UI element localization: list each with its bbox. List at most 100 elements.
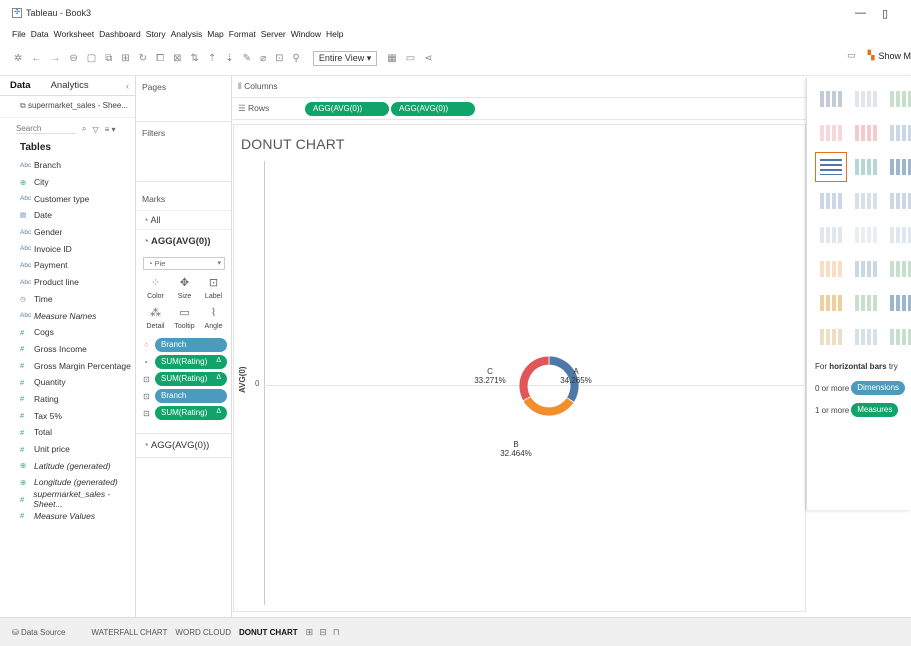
labels-icon[interactable]: ⊡ xyxy=(275,53,283,64)
sheet-title[interactable]: DONUT CHART xyxy=(241,136,345,152)
tooltip-icon[interactable]: ▭ xyxy=(406,53,415,64)
marks-agg-tab[interactable]: ◔ AGG(AVG(0)) xyxy=(137,229,231,253)
field-item[interactable]: # Unit price xyxy=(0,441,135,458)
chart-type-area-discrete[interactable] xyxy=(850,254,882,284)
minimize-icon[interactable]: — xyxy=(855,7,866,19)
marks-all[interactable]: ◔ All xyxy=(137,210,231,229)
field-item[interactable]: Abc Branch xyxy=(0,157,135,174)
field-item[interactable]: Abc Invoice ID xyxy=(0,240,135,257)
show-me-button[interactable]: ▭ ▚ Show M xyxy=(847,50,911,61)
field-item[interactable]: Abc Product line xyxy=(0,274,135,291)
collapse-icon[interactable]: ‹ xyxy=(126,81,135,91)
worksheet-view[interactable]: DONUT CHART AVG(0) 0 A 34.265% B 32.464% C 33… xyxy=(233,124,806,612)
filter-icon[interactable]: ▽ xyxy=(92,125,98,134)
chart-type-area-continuous[interactable] xyxy=(815,254,847,284)
field-item[interactable]: Abc Payment xyxy=(0,257,135,274)
group-icon[interactable]: ⌀ xyxy=(260,53,266,64)
menu-item-data[interactable]: Data xyxy=(31,29,49,39)
field-item[interactable]: # Tax 5% xyxy=(0,407,135,424)
marks-detail-button[interactable]: ⁂ Detail xyxy=(141,306,170,330)
field-item[interactable]: ◷ Time xyxy=(0,291,135,308)
menu-item-dashboard[interactable]: Dashboard xyxy=(99,29,141,39)
menu-item-help[interactable]: Help xyxy=(326,29,343,39)
tab-data[interactable]: Data xyxy=(0,80,41,91)
pin-icon[interactable]: ⚲ xyxy=(293,53,300,64)
mark-pill[interactable]: Branch xyxy=(155,389,227,403)
back-icon[interactable]: ← xyxy=(31,53,41,64)
mark-type-select[interactable]: ◔ Pie ▾ xyxy=(143,257,225,270)
forward-icon[interactable]: → xyxy=(50,53,60,64)
refresh-icon[interactable]: ↻ xyxy=(139,53,147,64)
sort-asc-icon[interactable]: ⇡ xyxy=(208,53,216,64)
rows-pill-2[interactable]: AGG(AVG(0)) xyxy=(391,101,475,116)
field-item[interactable]: ⊕ City xyxy=(0,174,135,191)
marks-agg-tab-2[interactable]: ◔ AGG(AVG(0)) xyxy=(137,433,231,458)
marks-tooltip-button[interactable]: ▭ Tooltip xyxy=(170,306,199,330)
chart-type-lines-discrete[interactable] xyxy=(850,220,882,250)
new-story-icon[interactable]: ⊓ xyxy=(333,627,340,638)
donut-slice-c[interactable] xyxy=(518,355,550,402)
new-dashboard-icon[interactable]: ⊟ xyxy=(319,627,327,638)
menu-item-server[interactable]: Server xyxy=(261,29,286,39)
new-sheet-icon[interactable]: ⊞ xyxy=(121,53,129,64)
chart-type-text-table[interactable] xyxy=(815,84,847,114)
columns-shelf[interactable]: ⦀ Columns xyxy=(233,76,806,98)
menu-item-worksheet[interactable]: Worksheet xyxy=(54,29,94,39)
chart-type-scatter-plot[interactable] xyxy=(815,288,847,318)
chart-type-packed-bubbles[interactable] xyxy=(885,322,911,352)
tab-analytics[interactable]: Analytics xyxy=(41,80,99,91)
duplicate-sheet-icon[interactable]: ⧠ xyxy=(156,53,164,64)
data-source-tab[interactable]: ⛁ Data Source xyxy=(12,628,65,637)
rows-pill-1[interactable]: AGG(AVG(0)) xyxy=(305,101,389,116)
chart-type-stacked-bars[interactable] xyxy=(850,152,882,182)
field-item[interactable]: ▤ Date xyxy=(0,207,135,224)
chart-type-lines-continuous[interactable] xyxy=(815,220,847,250)
chart-type-bullet-graph[interactable] xyxy=(850,322,882,352)
chart-type-dual-combination[interactable] xyxy=(885,254,911,284)
chart-type-side-by-side-circles[interactable] xyxy=(885,186,911,216)
save-icon[interactable]: ▢ xyxy=(87,53,96,64)
chart-type-gantt-chart[interactable] xyxy=(815,322,847,352)
field-item[interactable]: # Rating xyxy=(0,391,135,408)
field-item[interactable]: Abc Gender xyxy=(0,224,135,241)
chart-type-box-whisker[interactable] xyxy=(885,288,911,318)
field-item[interactable]: Abc Customer type xyxy=(0,190,135,207)
chart-type-circle-views[interactable] xyxy=(850,186,882,216)
field-item[interactable]: # Measure Values xyxy=(0,507,135,524)
mark-pill[interactable]: SUM(Rating) Δ xyxy=(155,355,227,369)
chart-type-side-by-side-bars[interactable] xyxy=(885,152,911,182)
filters-card[interactable]: Filters xyxy=(137,122,231,182)
field-item[interactable]: # Total xyxy=(0,424,135,441)
menu-item-window[interactable]: Window xyxy=(291,29,321,39)
chart-type-filled-map[interactable] xyxy=(850,118,882,148)
swap-icon[interactable]: ⇅ xyxy=(191,53,199,64)
sort-desc-icon[interactable]: ⇣ xyxy=(225,53,233,64)
new-datasource-icon[interactable]: ⧉ xyxy=(105,53,112,64)
mark-pill[interactable]: Branch xyxy=(155,338,227,352)
chart-type-highlight-table[interactable] xyxy=(885,84,911,114)
field-item[interactable]: # Gross Income xyxy=(0,341,135,358)
show-cards-icon[interactable]: ▦ xyxy=(387,53,396,64)
menu-item-analysis[interactable]: Analysis xyxy=(171,29,203,39)
field-item[interactable]: # Gross Margin Percentage xyxy=(0,357,135,374)
marks-angle-button[interactable]: ⌇ Angle xyxy=(199,306,228,330)
rows-shelf[interactable]: ☰ Rows AGG(AVG(0)) AGG(AVG(0)) xyxy=(233,98,806,120)
highlight-icon[interactable]: ✎ xyxy=(243,53,251,64)
clear-sheet-icon[interactable]: ⊠ xyxy=(173,53,181,64)
chart-type-horizontal-bars[interactable] xyxy=(815,152,847,182)
chart-type-pie-chart[interactable] xyxy=(885,118,911,148)
marks-label-button[interactable]: ⊡ Label xyxy=(199,276,228,300)
menu-item-story[interactable]: Story xyxy=(146,29,166,39)
menu-item-file[interactable]: File xyxy=(12,29,26,39)
search-icon[interactable]: ⌕ xyxy=(82,124,86,134)
y-axis-label[interactable]: AVG(0) xyxy=(238,366,247,393)
field-item[interactable]: Abc Measure Names xyxy=(0,307,135,324)
donut-chart[interactable] xyxy=(504,341,594,431)
view-fit-select[interactable]: Entire View ▾ xyxy=(312,51,378,66)
comment-icon[interactable]: ▭ xyxy=(847,50,856,61)
chart-type-histogram[interactable] xyxy=(850,288,882,318)
field-item[interactable]: ⊕ Latitude (generated) xyxy=(0,457,135,474)
donut-slice-b[interactable] xyxy=(522,395,575,417)
chart-type-treemap[interactable] xyxy=(815,186,847,216)
sheet-tab-word-cloud[interactable]: WORD CLOUD xyxy=(175,628,231,637)
